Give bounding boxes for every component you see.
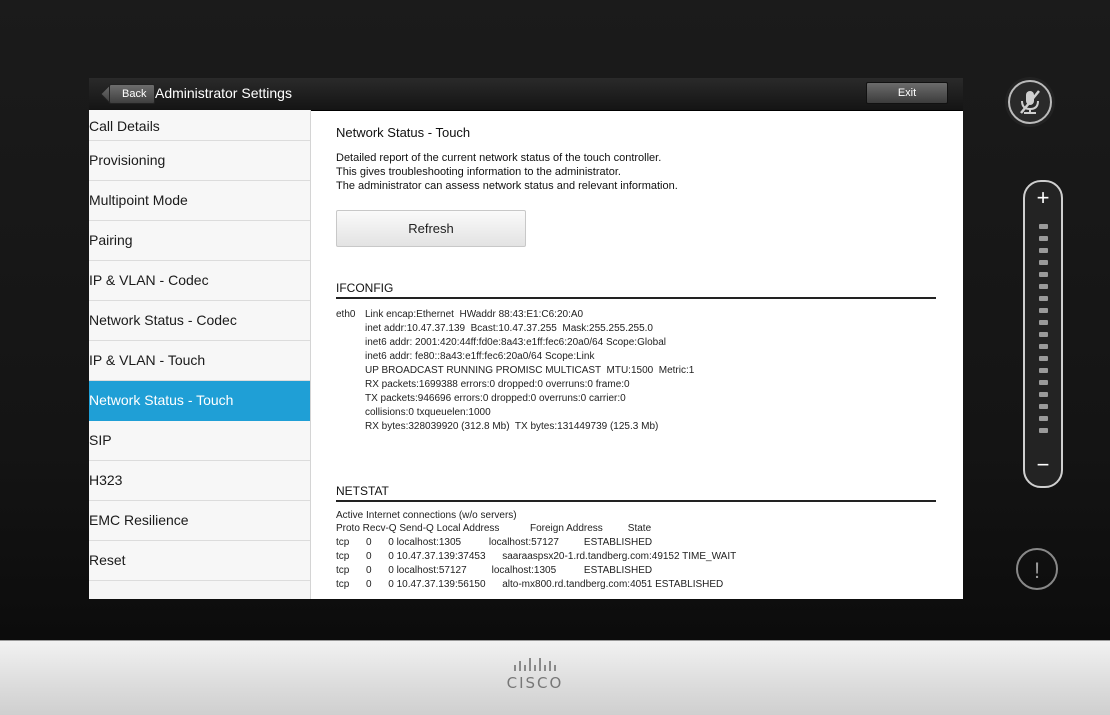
volume-tick xyxy=(1039,236,1048,241)
sidebar-item-label: Multipoint Mode xyxy=(89,192,188,208)
screen: Back Administrator Settings Exit Call De… xyxy=(89,78,963,599)
ifconfig-line: UP BROADCAST RUNNING PROMISC MULTICAST M… xyxy=(365,365,695,376)
sidebar-item-sip[interactable]: SIP xyxy=(89,421,310,461)
volume-plus-icon[interactable]: + xyxy=(1025,187,1061,209)
exit-button[interactable]: Exit xyxy=(866,82,948,104)
ifconfig-line: RX bytes:328039920 (312.8 Mb) TX bytes:1… xyxy=(365,421,659,432)
sidebar-item-reset[interactable]: Reset xyxy=(89,541,310,581)
ifconfig-line: TX packets:946696 errors:0 dropped:0 ove… xyxy=(365,393,626,404)
volume-tick xyxy=(1039,296,1048,301)
mic-muted-glyph xyxy=(1020,90,1040,114)
sidebar-item-multipoint-mode[interactable]: Multipoint Mode xyxy=(89,181,310,221)
netstat-line: tcp 0 0 10.47.37.139:56150 alto-mx800.rd… xyxy=(336,579,724,590)
volume-tick xyxy=(1039,404,1048,409)
ifconfig-line: inet6 addr: 2001:420:44ff:fd0e:8a43:e1ff… xyxy=(365,337,666,348)
sidebar-item-h323[interactable]: H323 xyxy=(89,461,310,501)
cisco-wordmark: CISCO xyxy=(506,674,564,692)
sidebar-item-label: Network Status - Codec xyxy=(89,312,237,328)
volume-tick xyxy=(1039,284,1048,289)
sidebar-item-provisioning[interactable]: Provisioning xyxy=(89,141,310,181)
sidebar-item-label: H323 xyxy=(89,472,123,488)
sidebar-item-label: SIP xyxy=(89,432,112,448)
back-button[interactable]: Back xyxy=(109,84,156,104)
volume-tick xyxy=(1039,260,1048,265)
cisco-bars-icon xyxy=(514,658,556,671)
alert-icon[interactable]: ! xyxy=(1016,548,1058,590)
netstat-heading: NETSTAT xyxy=(336,484,936,502)
sidebar-item-label: IP & VLAN - Touch xyxy=(89,352,206,368)
ifconfig-line: inet addr:10.47.37.139 Bcast:10.47.37.25… xyxy=(365,323,653,334)
sidebar-item-label: Provisioning xyxy=(89,152,166,168)
sidebar-item-network-status-codec[interactable]: Network Status - Codec xyxy=(89,301,310,341)
section-title: Network Status - Touch xyxy=(336,125,471,140)
sidebar: Call Details Provisioning Multipoint Mod… xyxy=(89,110,311,599)
sidebar-item-label: Reset xyxy=(89,552,126,568)
sidebar-item-label: Call Details xyxy=(89,118,160,134)
back-button-label: Back xyxy=(122,88,147,100)
netstat-line: tcp 0 0 10.47.37.139:37453 saaraaspsx20-… xyxy=(336,551,737,562)
volume-tick xyxy=(1039,272,1048,277)
volume-minus-icon[interactable]: − xyxy=(1025,454,1061,476)
netstat-line: Proto Recv-Q Send-Q Local Address Foreig… xyxy=(336,523,652,534)
sidebar-item-ip-vlan-codec[interactable]: IP & VLAN - Codec xyxy=(89,261,310,301)
volume-tick xyxy=(1039,416,1048,421)
description-line: Detailed report of the current network s… xyxy=(336,152,662,164)
netstat-line: tcp 0 0 localhost:57127 localhost:1305 E… xyxy=(336,565,653,576)
sidebar-item-pairing[interactable]: Pairing xyxy=(89,221,310,261)
cisco-logo: CISCO xyxy=(500,657,570,692)
volume-slider[interactable]: + − xyxy=(1023,180,1063,488)
volume-tick xyxy=(1039,308,1048,313)
ifconfig-line: Link encap:Ethernet HWaddr 88:43:E1:C6:2… xyxy=(365,309,584,320)
ifconfig-line: collisions:0 txqueuelen:1000 xyxy=(365,407,491,418)
sidebar-item-label: EMC Resilience xyxy=(89,512,189,528)
netstat-line: Active Internet connections (w/o servers… xyxy=(336,510,517,521)
top-bar: Back Administrator Settings Exit xyxy=(89,78,963,111)
netstat-line: tcp 0 0 localhost:1305 localhost:57127 E… xyxy=(336,537,653,548)
sidebar-item-network-status-touch[interactable]: Network Status - Touch xyxy=(89,381,310,421)
sidebar-item-emc-resilience[interactable]: EMC Resilience xyxy=(89,501,310,541)
volume-tick xyxy=(1039,224,1048,229)
mic-muted-icon[interactable] xyxy=(1008,80,1052,124)
content-panel[interactable]: Network Status - Touch Detailed report o… xyxy=(311,110,963,599)
ifconfig-line: inet6 addr: fe80::8a43:e1ff:fec6:20a0/64… xyxy=(365,351,595,362)
volume-tick xyxy=(1039,368,1048,373)
ifconfig-heading: IFCONFIG xyxy=(336,281,936,299)
volume-tick xyxy=(1039,248,1048,253)
sidebar-item-call-details[interactable]: Call Details xyxy=(89,110,310,141)
volume-tick xyxy=(1039,428,1048,433)
volume-tick xyxy=(1039,320,1048,325)
sidebar-item-label: IP & VLAN - Codec xyxy=(89,272,209,288)
description-line: The administrator can assess network sta… xyxy=(336,180,678,192)
volume-tick xyxy=(1039,332,1048,337)
sidebar-item-label: Network Status - Touch xyxy=(89,392,234,408)
volume-tick xyxy=(1039,380,1048,385)
volume-tick xyxy=(1039,344,1048,349)
description-line: This gives troubleshooting information t… xyxy=(336,166,621,178)
sidebar-item-label: Pairing xyxy=(89,232,133,248)
refresh-button[interactable]: Refresh xyxy=(336,210,526,247)
page-title: Administrator Settings xyxy=(155,85,292,101)
volume-tick xyxy=(1039,356,1048,361)
volume-tick xyxy=(1039,392,1048,397)
ifconfig-line: RX packets:1699388 errors:0 dropped:0 ov… xyxy=(365,379,630,390)
sidebar-item-ip-vlan-touch[interactable]: IP & VLAN - Touch xyxy=(89,341,310,381)
ifconfig-iface: eth0 xyxy=(336,309,356,320)
